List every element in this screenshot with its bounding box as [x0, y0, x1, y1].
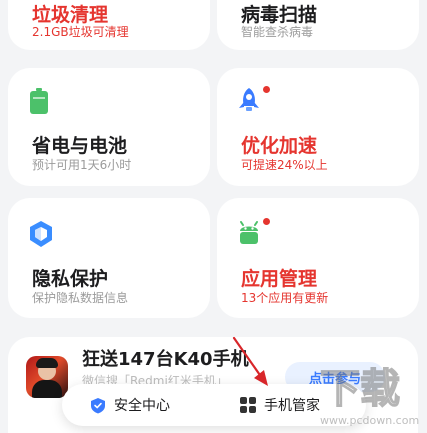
privacy-card[interactable]: 隐私保护 保护隐私数据信息 [8, 198, 210, 318]
junk-cleanup-subtitle: 2.1GB垃圾可清理 [32, 25, 129, 39]
battery-title: 省电与电池 [32, 135, 128, 157]
shield-icon [90, 397, 106, 414]
privacy-title: 隐私保护 [32, 268, 109, 290]
promo-thumbnail [26, 356, 68, 398]
shield-cube-icon [30, 221, 52, 247]
android-icon [240, 221, 258, 244]
tab-security-center-label: 安全中心 [114, 398, 170, 414]
tab-security-center[interactable]: 安全中心 [90, 384, 170, 426]
tab-phone-manager-label: 手机管家 [264, 398, 320, 414]
battery-subtitle: 预计可用1天6小时 [32, 158, 132, 172]
optimize-title: 优化加速 [241, 135, 318, 157]
virus-scan-card[interactable]: 病毒扫描 智能查杀病毒 [217, 0, 419, 50]
bottom-tab-bar: 安全中心 手机管家 [62, 384, 366, 426]
app-management-title: 应用管理 [241, 268, 318, 290]
rocket-icon [239, 88, 259, 111]
app-management-subtitle: 13个应用有更新 [241, 291, 329, 305]
optimize-subtitle: 可提速24%以上 [241, 158, 328, 172]
privacy-subtitle: 保护隐私数据信息 [32, 291, 129, 305]
optimize-card[interactable]: 优化加速 可提速24%以上 [217, 68, 419, 186]
junk-cleanup-card[interactable]: 垃圾清理 2.1GB垃圾可清理 [8, 0, 210, 50]
battery-icon [30, 88, 48, 114]
app-management-card[interactable]: 应用管理 13个应用有更新 [217, 198, 419, 318]
promo-title: 狂送147台K40手机 [82, 349, 249, 370]
apps-notification-dot [263, 218, 270, 225]
optimize-notification-dot [263, 86, 270, 93]
virus-scan-subtitle: 智能查杀病毒 [241, 25, 314, 39]
tab-phone-manager[interactable]: 手机管家 [240, 384, 320, 426]
battery-card[interactable]: 省电与电池 预计可用1天6小时 [8, 68, 210, 186]
grid-icon [240, 397, 256, 413]
